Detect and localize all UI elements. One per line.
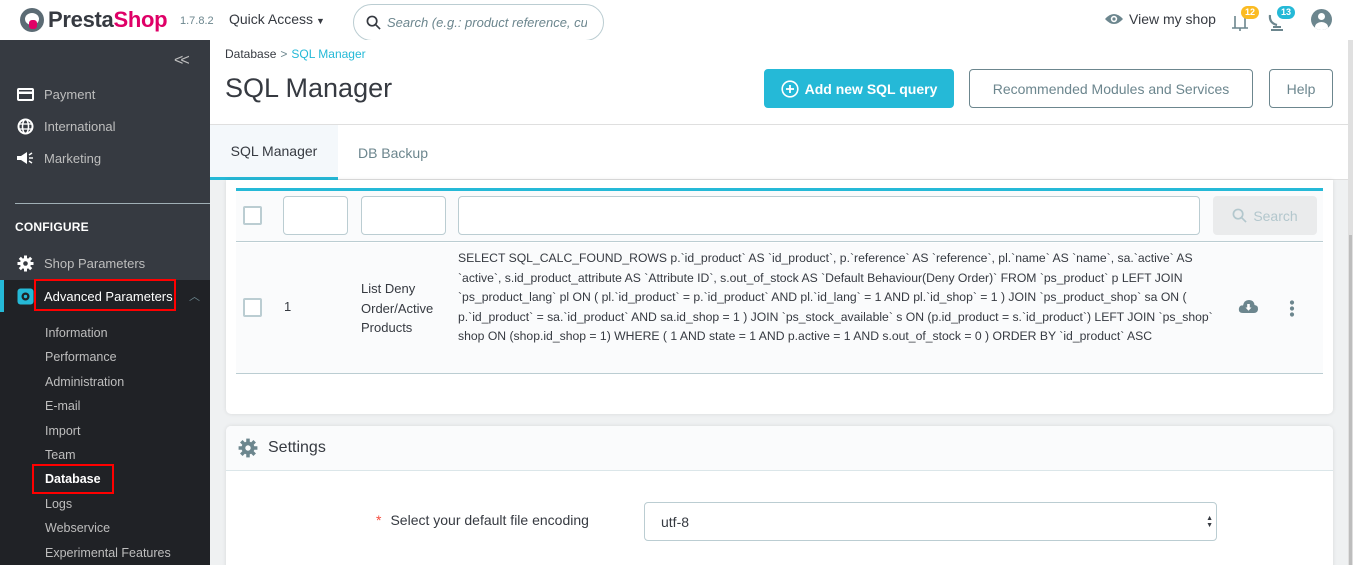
settings-panel: Settings * Select your default file encod…	[226, 426, 1333, 565]
user-avatar-icon[interactable]	[1311, 9, 1332, 30]
search-input[interactable]	[387, 15, 587, 30]
filter-row: Search	[236, 191, 1323, 242]
sidebar-item-shop-parameters[interactable]: Shop Parameters	[0, 249, 210, 277]
required-asterisk: *	[376, 512, 382, 528]
filter-name-input[interactable]	[361, 196, 446, 235]
brand-name-part1: Presta	[48, 7, 114, 32]
caret-down-icon: ▼	[316, 16, 325, 26]
orders-notifications-button[interactable]: 12	[1231, 6, 1260, 34]
credit-card-icon	[16, 85, 34, 103]
breadcrumb-current[interactable]: SQL Manager	[291, 47, 365, 61]
settings-title: Settings	[268, 439, 326, 456]
submenu-item-import[interactable]: Import	[45, 424, 80, 438]
breadcrumb-separator: >	[280, 47, 288, 61]
sidebar-item-label: Advanced Parameters	[44, 288, 173, 304]
header-search[interactable]	[353, 4, 604, 41]
view-my-shop-link[interactable]: View my shop	[1104, 11, 1216, 27]
sql-query-list-panel: Search 1 List Deny Order/Active Products…	[226, 180, 1333, 414]
table-row: 1 List Deny Order/Active Products SELECT…	[236, 243, 1323, 374]
submenu-item-experimental-features[interactable]: Experimental Features	[45, 546, 171, 560]
cell-id: 1	[284, 299, 292, 314]
add-button-label: Add new SQL query	[804, 80, 938, 97]
breadcrumb-parent[interactable]: Database	[225, 47, 276, 61]
submenu-item-webservice[interactable]: Webservice	[45, 521, 110, 535]
chevron-up-icon: ︿	[189, 291, 200, 303]
export-download-button[interactable]	[1238, 299, 1259, 319]
eye-icon	[1105, 14, 1123, 24]
quick-access-dropdown[interactable]: Quick Access ▼	[229, 11, 325, 27]
sidebar-item-label: Marketing	[44, 150, 102, 166]
top-header: PrestaShop 1.7.8.2 Quick Access▼ View my…	[0, 0, 1353, 41]
cell-sql-query: SELECT SQL_CALC_FOUND_ROWS p.`id_product…	[458, 251, 1213, 343]
file-encoding-value: utf-8	[661, 513, 690, 530]
file-encoding-select[interactable]: utf-8 ▲ ▼	[644, 502, 1217, 541]
page-title: SQL Manager	[225, 73, 393, 103]
advanced-gear-icon	[16, 287, 34, 305]
cell-name: List Deny Order/Active Products	[361, 281, 434, 335]
sidebar-item-label: International	[44, 118, 116, 134]
help-button[interactable]: Help	[1269, 69, 1333, 108]
submenu-item-team[interactable]: Team	[45, 448, 76, 462]
submenu-item-performance[interactable]: Performance	[45, 350, 117, 364]
more-vertical-icon	[1289, 300, 1295, 317]
messages-badge: 13	[1277, 6, 1296, 19]
customer-messages-button[interactable]: 13	[1267, 6, 1296, 34]
encoding-label-text: Select your default file encoding	[390, 512, 589, 528]
search-button-label: Search	[1253, 207, 1298, 224]
sidebar-item-marketing[interactable]: Marketing	[0, 144, 210, 172]
sidebar-item-label: Shop Parameters	[44, 255, 146, 271]
globe-icon	[16, 117, 34, 135]
page-scrollbar-thumb[interactable]	[1349, 235, 1352, 565]
add-new-sql-query-button[interactable]: Add new SQL query	[764, 69, 954, 108]
select-all-checkbox[interactable]	[243, 206, 262, 225]
search-icon	[366, 15, 381, 30]
gear-icon	[16, 254, 34, 272]
submenu-item-information[interactable]: Information	[45, 326, 108, 340]
active-indicator	[0, 280, 4, 312]
sidebar-item-international[interactable]: International	[0, 112, 210, 140]
settings-header: Settings	[226, 426, 1333, 471]
encoding-field-label: * Select your default file encoding	[376, 512, 589, 528]
brand-name-part2: Shop	[113, 7, 168, 32]
sidebar-divider	[15, 203, 210, 204]
megaphone-icon	[16, 149, 34, 167]
puffin-logo-icon	[20, 8, 44, 32]
search-button[interactable]: Search	[1213, 196, 1317, 235]
sidebar-item-payment[interactable]: Payment	[0, 80, 210, 108]
gear-icon	[238, 438, 258, 458]
version-label: 1.7.8.2	[180, 15, 214, 27]
search-icon	[1232, 208, 1247, 223]
filter-id-input[interactable]	[283, 196, 348, 235]
submenu-item-administration[interactable]: Administration	[45, 375, 124, 389]
sidebar-item-advanced-parameters[interactable]: Advanced Parameters ︿	[0, 280, 210, 312]
sidebar-item-label: Payment	[44, 86, 96, 102]
brand-name: PrestaShop	[48, 7, 168, 33]
plus-circle-icon	[781, 79, 799, 98]
page-header: Database > SQL Manager SQL Manager Add new…	[210, 40, 1353, 180]
tab-db-backup[interactable]: DB Backup	[338, 125, 448, 180]
row-actions-menu-button[interactable]	[1289, 300, 1295, 322]
prestashop-logo[interactable]: PrestaShop	[20, 7, 168, 33]
sidebar: << Payment International Marketing CONFI…	[0, 40, 210, 565]
tab-sql-manager[interactable]: SQL Manager	[210, 125, 338, 180]
orders-badge: 12	[1241, 6, 1260, 19]
filter-sql-input[interactable]	[458, 196, 1200, 235]
collapse-sidebar-icon[interactable]: <<	[174, 52, 190, 70]
cloud-download-icon	[1238, 300, 1259, 313]
submenu-item-email[interactable]: E-mail	[45, 399, 80, 413]
submenu-item-logs[interactable]: Logs	[45, 497, 72, 511]
select-arrows-icon: ▲ ▼	[1206, 515, 1213, 529]
breadcrumb: Database > SQL Manager	[225, 47, 366, 61]
section-configure: CONFIGURE	[15, 220, 89, 234]
submenu-advanced-parameters: Information Performance Administration E…	[0, 312, 210, 565]
row-checkbox[interactable]	[243, 298, 262, 317]
quick-access-label: Quick Access	[229, 11, 314, 27]
submenu-item-database[interactable]: Database	[45, 472, 101, 486]
view-my-shop-label: View my shop	[1129, 11, 1216, 27]
recommended-modules-button[interactable]: Recommended Modules and Services	[969, 69, 1253, 108]
